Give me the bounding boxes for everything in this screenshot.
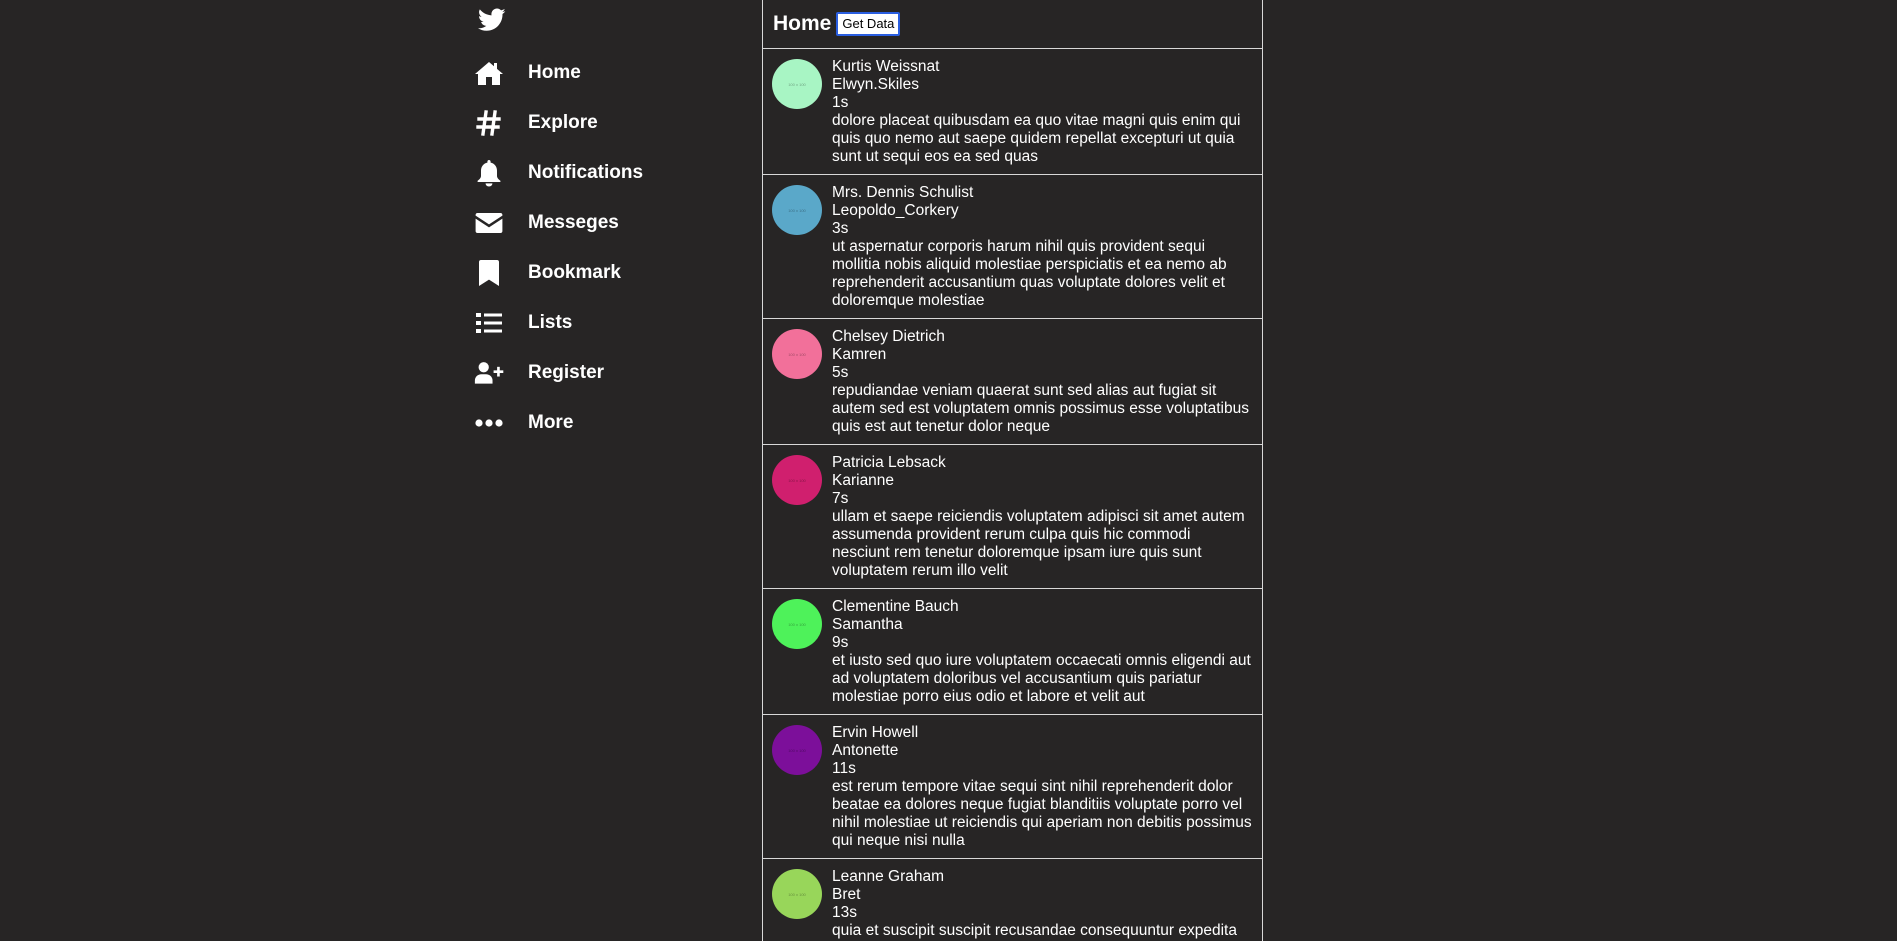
- avatar[interactable]: 100 x 100: [772, 599, 822, 649]
- avatar[interactable]: 100 x 100: [772, 725, 822, 775]
- tweet-body: Ervin Howell Antonette 11s est rerum tempor…: [832, 724, 1252, 850]
- feed-header: Home Get Data: [763, 0, 1262, 49]
- tweet-body: Kurtis Weissnat Elwyn.Skiles 1s dolore plac…: [832, 58, 1252, 166]
- avatar[interactable]: 100 x 100: [772, 329, 822, 379]
- tweet-author-name[interactable]: Leanne Graham: [832, 868, 1252, 886]
- sidebar-item-label: Home: [528, 62, 581, 83]
- hashtag-icon: [474, 109, 504, 137]
- tweet-username[interactable]: Bret: [832, 886, 1252, 904]
- tweet-timestamp: 5s: [832, 364, 849, 381]
- avatar-placeholder-text: 100 x 100: [788, 621, 806, 627]
- sidebar-item-lists[interactable]: Lists: [474, 303, 572, 343]
- sidebar-item-label: Explore: [528, 112, 598, 133]
- tweet-author-name[interactable]: Mrs. Dennis Schulist: [832, 184, 1252, 202]
- tweet-author-name[interactable]: Patricia Lebsack: [832, 454, 1252, 472]
- avatar-placeholder-text: 100 x 100: [788, 891, 806, 897]
- avatar-placeholder-text: 100 x 100: [788, 351, 806, 357]
- sidebar-item-bookmark[interactable]: Bookmark: [474, 253, 621, 293]
- sidebar-item-messeges[interactable]: Messeges: [474, 203, 619, 243]
- tweet-body: Leanne Graham Bret 13s quia et suscipit sus…: [832, 868, 1252, 941]
- tweet[interactable]: 100 x 100 Patricia Lebsack Karianne 7s ullam…: [763, 445, 1262, 589]
- user-plus-icon: [474, 359, 504, 387]
- tweet-text: est rerum tempore vitae sequi sint nihil…: [832, 778, 1252, 849]
- feed: Home Get Data 100 x 100 Kurtis Weissnat El…: [762, 0, 1263, 941]
- tweet-author-name[interactable]: Clementine Bauch: [832, 598, 1252, 616]
- more-dots-icon: [474, 409, 504, 437]
- tweet[interactable]: 100 x 100 Leanne Graham Bret 13s quia et sus…: [763, 859, 1262, 941]
- get-data-button[interactable]: Get Data: [836, 12, 901, 36]
- envelope-icon: [474, 209, 504, 237]
- avatar-placeholder-text: 100 x 100: [788, 747, 806, 753]
- tweet-username[interactable]: Samantha: [832, 616, 1252, 634]
- tweet[interactable]: 100 x 100 Ervin Howell Antonette 11s est rer…: [763, 715, 1262, 859]
- sidebar-item-notifications[interactable]: Notifications: [474, 153, 643, 193]
- tweet-timestamp: 7s: [832, 490, 849, 507]
- tweet-text: repudiandae veniam quaerat sunt sed alia…: [832, 382, 1249, 435]
- tweet-text: et iusto sed quo iure voluptatem occaeca…: [832, 652, 1251, 705]
- tweet-body: Clementine Bauch Samantha 9s et iusto sed q…: [832, 598, 1252, 706]
- tweet-timestamp: 11s: [832, 760, 856, 777]
- avatar[interactable]: 100 x 100: [772, 185, 822, 235]
- tweet-body: Chelsey Dietrich Kamren 5s repudiandae veni…: [832, 328, 1252, 436]
- avatar[interactable]: 100 x 100: [772, 869, 822, 919]
- app-window: Home Explore Notifications Messeges Book…: [0, 0, 1897, 943]
- tweet-text: ullam et saepe reiciendis voluptatem adi…: [832, 508, 1245, 579]
- sidebar-item-register[interactable]: Register: [474, 353, 604, 393]
- tweet-author-name[interactable]: Chelsey Dietrich: [832, 328, 1252, 346]
- avatar-placeholder-text: 100 x 100: [788, 477, 806, 483]
- tweet-timestamp: 1s: [832, 94, 849, 111]
- sidebar-item-label: Bookmark: [528, 262, 621, 283]
- avatar-placeholder-text: 100 x 100: [788, 207, 806, 213]
- tweet-timestamp: 9s: [832, 634, 849, 651]
- tweet-text: ut aspernatur corporis harum nihil quis …: [832, 238, 1227, 309]
- tweet[interactable]: 100 x 100 Chelsey Dietrich Kamren 5s repudia…: [763, 319, 1262, 445]
- tweet-list: 100 x 100 Kurtis Weissnat Elwyn.Skiles 1s do…: [763, 49, 1262, 941]
- home-icon: [474, 59, 504, 87]
- tweet-author-name[interactable]: Ervin Howell: [832, 724, 1252, 742]
- tweet-text: quia et suscipit suscipit recusandae con…: [832, 922, 1237, 941]
- tweet[interactable]: 100 x 100 Mrs. Dennis Schulist Leopoldo_Co…: [763, 175, 1262, 319]
- sidebar-item-label: More: [528, 412, 574, 433]
- sidebar-item-label: Notifications: [528, 162, 644, 183]
- tweet-timestamp: 13s: [832, 904, 857, 921]
- tweet-username[interactable]: Antonette: [832, 742, 1252, 760]
- sidebar-item-explore[interactable]: Explore: [474, 103, 598, 143]
- tweet-body: Patricia Lebsack Karianne 7s ullam et saepe…: [832, 454, 1252, 580]
- tweet-username[interactable]: Karianne: [832, 472, 1252, 490]
- sidebar-item-label: Lists: [528, 312, 573, 333]
- tweet[interactable]: 100 x 100 Clementine Bauch Samantha 9s et iu…: [763, 589, 1262, 715]
- tweet-timestamp: 3s: [832, 220, 849, 237]
- sidebar-item-label: Messeges: [528, 212, 619, 233]
- sidebar-item-label: Register: [528, 362, 605, 383]
- tweet[interactable]: 100 x 100 Kurtis Weissnat Elwyn.Skiles 1s do…: [763, 49, 1262, 175]
- list-icon: [474, 309, 504, 337]
- avatar[interactable]: 100 x 100: [772, 59, 822, 109]
- twitter-bird-icon[interactable]: [477, 8, 508, 34]
- avatar-placeholder-text: 100 x 100: [788, 81, 806, 87]
- tweet-username[interactable]: Leopoldo_Corkery: [832, 202, 1252, 220]
- page-title: Home: [773, 12, 832, 35]
- bell-icon: [474, 159, 504, 187]
- tweet-author-name[interactable]: Kurtis Weissnat: [832, 58, 1252, 76]
- tweet-username[interactable]: Kamren: [832, 346, 1252, 364]
- tweet-body: Mrs. Dennis Schulist Leopoldo_Corkery 3s ut…: [832, 184, 1252, 310]
- tweet-username[interactable]: Elwyn.Skiles: [832, 76, 1252, 94]
- avatar[interactable]: 100 x 100: [772, 455, 822, 505]
- tweet-text: dolore placeat quibusdam ea quo vitae ma…: [832, 112, 1241, 165]
- sidebar-item-home[interactable]: Home: [474, 53, 581, 93]
- sidebar-item-more[interactable]: More: [474, 403, 573, 443]
- bookmark-icon: [474, 259, 504, 287]
